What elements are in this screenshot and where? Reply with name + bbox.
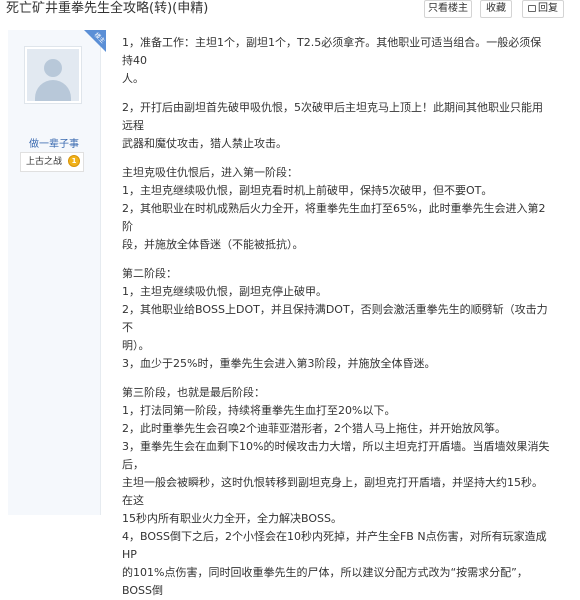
only-op-button[interactable]: 只看楼主 — [424, 0, 472, 18]
text-line: 1，打法同第一阶段，持续将重拳先生血打至20%以下。 — [122, 404, 396, 417]
reply-button[interactable]: 回复 — [522, 0, 564, 18]
text-line: 第三阶段，也就是最后阶段： — [122, 386, 265, 399]
post: 做一辈子事 上古之战 1 楼主 1，准备工作：主坦1个，副坦1个，T2.5必须拿… — [0, 22, 580, 597]
text-line: 人。 — [122, 72, 144, 85]
text-line: 4，BOSS倒下之后，2个小怪会在10秒内死掉，并产生全FB N点伤害，对所有玩… — [122, 530, 547, 561]
text-line: 的101%点伤害，同时回收重拳先生的尸体，所以建议分配方式改为“按需求分配”，B… — [122, 566, 528, 597]
medal-icon: 1 — [68, 155, 80, 167]
author-panel: 做一辈子事 上古之战 1 — [8, 30, 101, 515]
author-name[interactable]: 做一辈子事 — [8, 135, 100, 150]
avatar-placeholder-icon — [27, 49, 79, 101]
thread-header: 死亡矿井重拳先生全攻略(转)(申精) 只看楼主 收藏 回复 — [0, 0, 580, 22]
text-line: 3，重拳先生会在血剩下10%的时候攻击力大增，所以主坦克打开盾墙。当盾墙效果消失… — [122, 440, 550, 471]
reply-icon — [528, 5, 536, 12]
text-line: 1，主坦克继续吸仇恨，副坦克看时机上前破甲，保持5次破甲，但不要OT。 — [122, 184, 493, 197]
favorite-button[interactable]: 收藏 — [480, 0, 512, 18]
text-line: 1，准备工作：主坦1个，副坦1个，T2.5必须拿齐。其他职业可适当组合。一般必须… — [122, 36, 542, 67]
thread-title: 死亡矿井重拳先生全攻略(转)(申精) — [6, 1, 209, 16]
op-badge: 楼主 — [84, 30, 106, 52]
reply-label: 回复 — [538, 3, 558, 14]
text-line: 2，其他职业给BOSS上DOT，并且保持满DOT，否则会激活重拳先生的顺劈斩（攻… — [122, 303, 548, 334]
text-line: 武器和魔仗攻击，猎人禁止攻击。 — [122, 137, 287, 150]
text-line: 3，血少于25%时，重拳先生会进入第3阶段，并施放全体昏迷。 — [122, 357, 436, 370]
text-line: 主坦一般会被瞬秒，这时仇恨转移到副坦克身上，副坦克打开盾墙，并坚持大约15秒。在… — [122, 476, 543, 507]
text-line: 段，并施放全体昏迷（不能被抵抗）。 — [122, 238, 304, 251]
text-line: 15秒内所有职业火力全开，全力解决BOSS。 — [122, 512, 342, 525]
text-line: 2，此时重拳先生会召唤2个迪菲亚潜形者，2个猎人马上拖住，并开始放风筝。 — [122, 422, 506, 435]
text-line: 2，开打后由副坦首先破甲吸仇恨，5次破甲后主坦克马上顶上！此期间其他职业只能用远… — [122, 101, 543, 132]
text-line: 明）。 — [122, 339, 150, 352]
text-line: 第二阶段： — [122, 267, 177, 280]
author-rank: 上古之战 — [26, 157, 63, 167]
avatar[interactable] — [24, 46, 82, 104]
text-line: 主坦克吸住仇恨后，进入第一阶段： — [122, 166, 298, 179]
post-content: 1，准备工作：主坦1个，副坦1个，T2.5必须拿齐。其他职业可适当组合。一般必须… — [122, 34, 552, 600]
text-line: 1，主坦克继续吸仇恨，副坦克停止破甲。 — [122, 285, 327, 298]
text-line: 2，其他职业在时机成熟后火力全开，将重拳先生血打至65%，此时重拳先生会进入第2… — [122, 202, 546, 233]
author-rank-badge: 上古之战 1 — [20, 152, 84, 172]
